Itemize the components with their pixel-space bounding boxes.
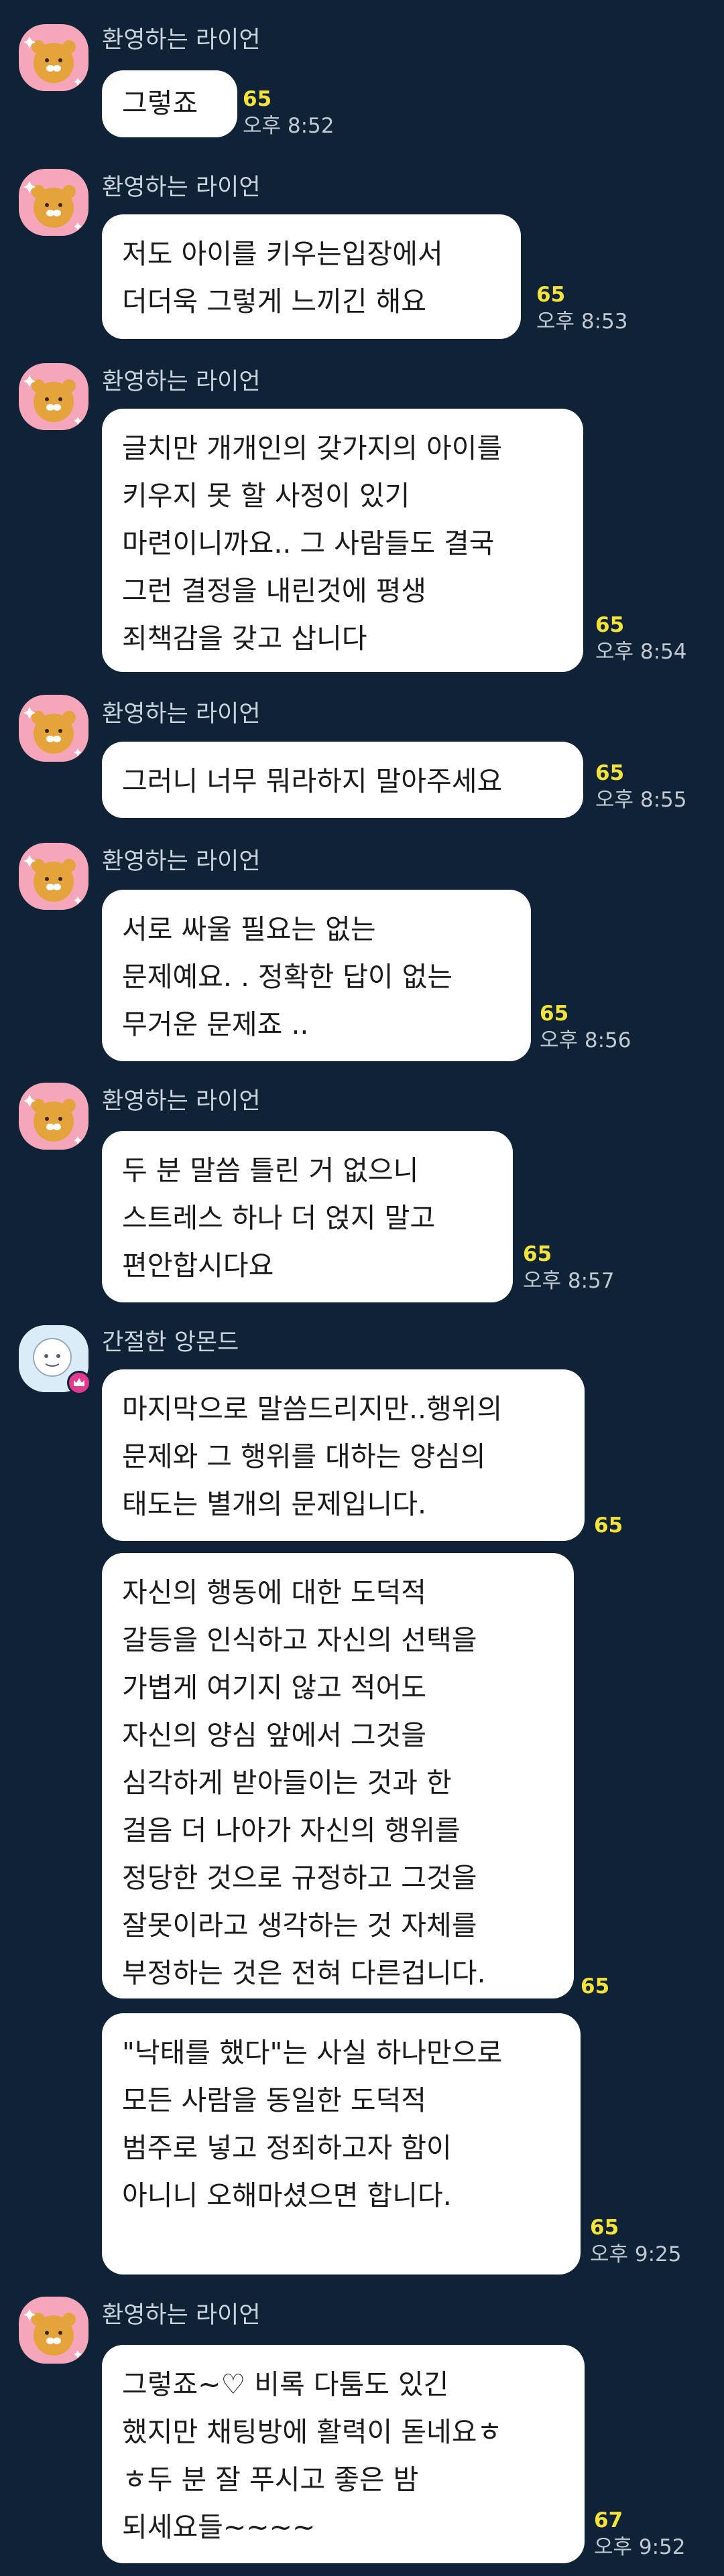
unread-count: 65 [536,283,566,307]
message-time: 오후 9:52 [594,2535,686,2559]
message-bubble[interactable]: 그렇죠~♡ 비록 다툼도 있긴 했지만 채팅방에 활력이 돋네요ㅎ ㅎ두 분 잘… [102,2345,585,2563]
message-bubble[interactable]: 두 분 말씀 틀린 거 없으니 스트레스 하나 더 얹지 말고 편안합시다요 [102,1131,513,1302]
message-meta: 65 [581,1973,609,2000]
ryan-character-avatar[interactable] [19,169,88,236]
message-meta: 65 오후 9:25 [590,2214,682,2268]
ryan-character-avatar[interactable] [19,363,88,430]
unread-count: 65 [581,1974,610,1998]
unread-count: 65 [594,1513,623,1538]
ryan-character-avatar[interactable] [19,1083,88,1150]
sender-name: 환영하는 라이언 [102,368,261,395]
message-bubble[interactable]: 마지막으로 말씀드리지만..행위의 문제와 그 행위를 대하는 양심의 태도는 … [102,1369,585,1541]
message-meta: 65 오후 8:53 [536,281,628,335]
unread-count: 65 [243,87,272,111]
sender-name: 환영하는 라이언 [102,2302,261,2329]
message-time: 오후 8:52 [243,114,335,138]
ryan-character-avatar[interactable] [19,2297,88,2364]
message-meta: 65 오후 8:57 [523,1241,615,1294]
message-meta: 65 오후 8:54 [595,612,687,665]
message-meta: 65 오후 8:52 [243,86,335,139]
ryan-character-avatar[interactable] [19,843,88,910]
message-meta: 65 오후 8:56 [540,1000,631,1054]
unread-count: 65 [590,2216,619,2240]
message-time: 오후 8:55 [595,788,687,812]
message-time: 오후 8:56 [540,1028,631,1053]
message-bubble[interactable]: 글치만 개개인의 갖가지의 아이를 키우지 못 할 사정이 있기 마련이니까요.… [102,409,583,672]
sender-name: 환영하는 라이언 [102,848,261,875]
unread-count: 65 [595,761,625,785]
message-meta: 65 [594,1512,623,1539]
message-bubble[interactable]: 저도 아이를 키우는입장에서 더더욱 그렇게 느끼긴 해요 [102,214,521,339]
message-bubble[interactable]: 그러니 너무 뭐라하지 말아주세요 [102,742,583,818]
unread-count: 67 [594,2508,623,2532]
message-meta: 65 오후 8:55 [595,760,687,813]
sender-name: 간절한 앙몬드 [102,1329,239,1356]
unread-count: 65 [540,1002,569,1026]
message-time: 오후 8:57 [523,1269,615,1293]
sender-name: 환영하는 라이언 [102,27,261,54]
message-bubble[interactable]: "낙태를 했다"는 사실 하나만으로 모든 사람을 동일한 도덕적 범주로 넣고… [102,2013,581,2275]
sender-name: 환영하는 라이언 [102,1088,261,1115]
ryan-character-avatar[interactable] [19,695,88,762]
message-bubble[interactable]: 그렇죠 [102,70,237,137]
message-bubble[interactable]: 서로 싸울 필요는 없는 문제예요. . 정확한 답이 없는 무거운 문제죠 .… [102,890,531,1061]
message-time: 오후 8:54 [595,640,687,664]
crown-badge-icon [67,1371,91,1395]
unread-count: 65 [523,1242,552,1266]
sender-name: 환영하는 라이언 [102,174,261,201]
message-bubble[interactable]: 자신의 행동에 대한 도덕적 갈등을 인식하고 자신의 선택을 가볍게 여기지 … [102,1553,574,1998]
unread-count: 65 [595,613,625,637]
ryan-character-avatar[interactable] [19,24,88,91]
message-meta: 67 오후 9:52 [594,2507,686,2561]
sender-name: 환영하는 라이언 [102,701,261,728]
message-time: 오후 9:25 [590,2242,682,2266]
message-time: 오후 8:53 [536,310,628,334]
